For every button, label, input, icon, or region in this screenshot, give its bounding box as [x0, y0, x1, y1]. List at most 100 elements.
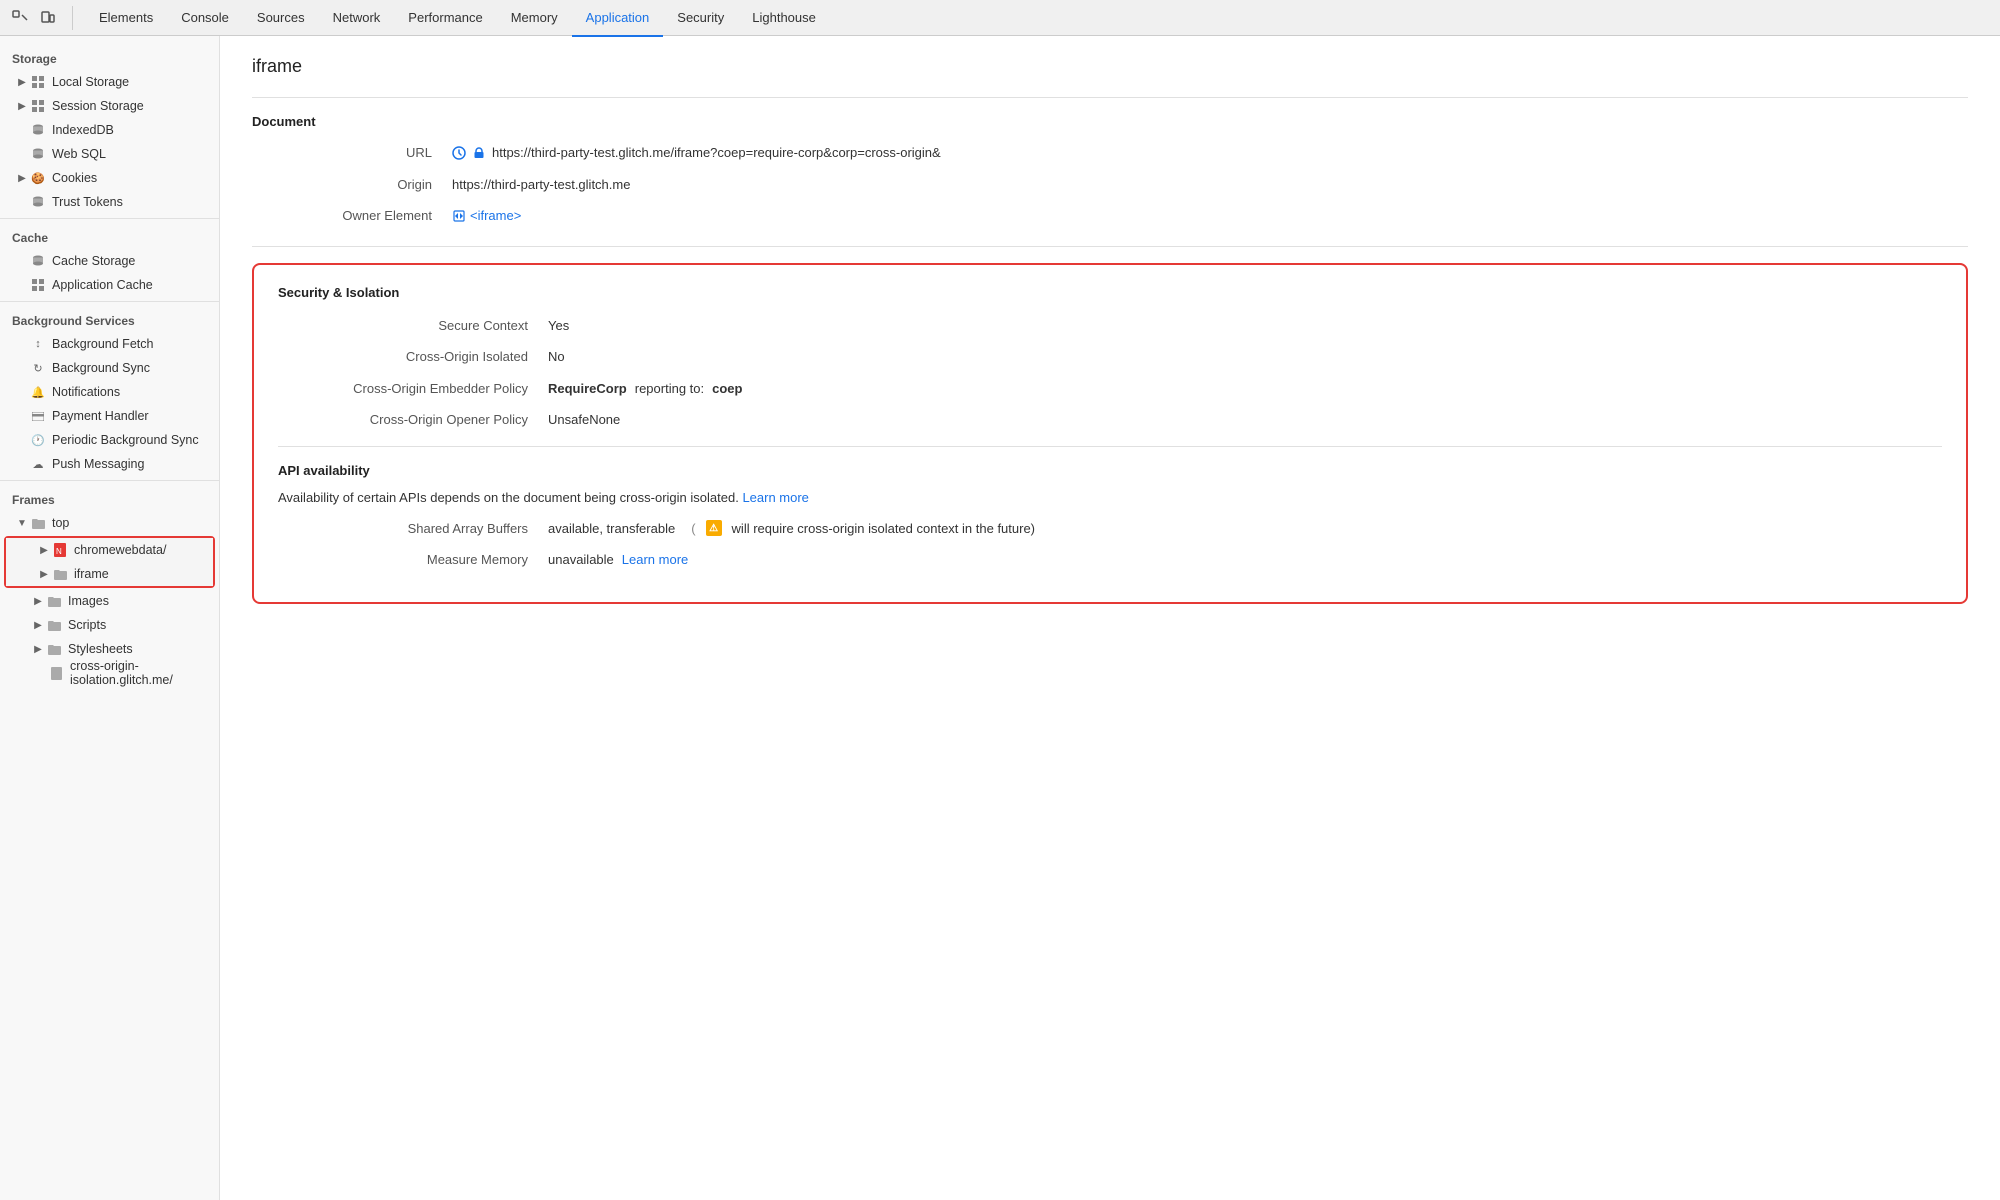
- api-title: API availability: [278, 463, 1942, 478]
- red-file-icon: N: [52, 542, 68, 558]
- sidebar-item-cross-origin-label: cross-origin-isolation.glitch.me/: [70, 659, 211, 687]
- sidebar-item-stylesheets-label: Stylesheets: [68, 642, 133, 656]
- api-desc: Availability of certain APIs depends on …: [278, 490, 1942, 505]
- sidebar-item-images[interactable]: ▶ Images: [0, 589, 219, 613]
- sidebar-item-websql[interactable]: ▶ Web SQL: [0, 142, 219, 166]
- tab-performance[interactable]: Performance: [394, 1, 496, 37]
- grid-icon: [30, 277, 46, 293]
- subsection-divider: [278, 446, 1942, 447]
- expand-icon: ▶: [38, 544, 50, 556]
- embedder-policy-extra-value: coep: [712, 379, 742, 399]
- folder-small-icon: [52, 566, 68, 582]
- tab-application[interactable]: Application: [572, 1, 664, 37]
- folder-icon: [30, 515, 46, 531]
- api-row-measure-memory: Measure Memory unavailable Learn more: [278, 550, 1942, 570]
- inspect-icon[interactable]: [8, 6, 32, 30]
- sidebar-item-bg-fetch[interactable]: ▶ ↕ Background Fetch: [0, 332, 219, 356]
- sidebar-item-bg-sync[interactable]: ▶ ↻ Background Sync: [0, 356, 219, 380]
- security-row-embedder-policy: Cross-Origin Embedder Policy RequireCorp…: [278, 379, 1942, 399]
- sidebar-item-application-cache[interactable]: ▶ Application Cache: [0, 273, 219, 297]
- sidebar-item-indexeddb[interactable]: ▶ IndexedDB: [0, 118, 219, 142]
- sidebar-item-payment-handler[interactable]: ▶ Payment Handler: [0, 404, 219, 428]
- origin-value: https://third-party-test.glitch.me: [452, 175, 630, 195]
- secure-context-text: Yes: [548, 316, 569, 336]
- opener-policy-label: Cross-Origin Opener Policy: [278, 410, 548, 430]
- card-icon: [30, 408, 46, 424]
- sidebar-item-notifications[interactable]: ▶ 🔔 Notifications: [0, 380, 219, 404]
- sidebar-item-periodic-bg-sync[interactable]: ▶ 🕐 Periodic Background Sync: [0, 428, 219, 452]
- sidebar-storage-label: Storage: [0, 44, 219, 70]
- file-icon: [48, 665, 64, 681]
- measure-memory-learn-more[interactable]: Learn more: [622, 550, 688, 570]
- url-label: URL: [252, 143, 452, 163]
- page-title: iframe: [252, 56, 1968, 77]
- sidebar-item-cache-storage[interactable]: ▶ Cache Storage: [0, 249, 219, 273]
- embedder-policy-extra: reporting to:: [635, 379, 704, 399]
- measure-memory-text: unavailable: [548, 550, 614, 570]
- tab-lighthouse[interactable]: Lighthouse: [738, 1, 830, 37]
- tab-security[interactable]: Security: [663, 1, 738, 37]
- api-learn-more-link[interactable]: Learn more: [742, 490, 808, 505]
- iframe-link[interactable]: <iframe>: [452, 206, 521, 226]
- opener-policy-value: UnsafeNone: [548, 410, 620, 430]
- sidebar-item-trust-tokens[interactable]: ▶ Trust Tokens: [0, 190, 219, 214]
- sidebar-item-payment-handler-label: Payment Handler: [52, 409, 149, 423]
- doc-row-owner: Owner Element <iframe>: [252, 206, 1968, 226]
- security-row-secure-context: Secure Context Yes: [278, 316, 1942, 336]
- tab-memory[interactable]: Memory: [497, 1, 572, 37]
- doc-row-origin: Origin https://third-party-test.glitch.m…: [252, 175, 1968, 195]
- sidebar-item-websql-label: Web SQL: [52, 147, 106, 161]
- document-section-title: Document: [252, 114, 1968, 129]
- folder-icon: [46, 617, 62, 633]
- shared-array-text: available, transferable: [548, 519, 675, 539]
- measure-memory-label: Measure Memory: [278, 550, 548, 570]
- content-panel: iframe Document URL: [220, 36, 2000, 1200]
- opener-policy-text: UnsafeNone: [548, 410, 620, 430]
- sidebar-item-periodic-bg-sync-label: Periodic Background Sync: [52, 433, 199, 447]
- sidebar-item-scripts[interactable]: ▶ Scripts: [0, 613, 219, 637]
- url-icon-lock: [472, 146, 486, 160]
- embedder-policy-text: RequireCorp: [548, 379, 627, 399]
- sidebar-item-cookies[interactable]: ▶ 🍪 Cookies: [0, 166, 219, 190]
- expand-icon: ▼: [16, 517, 28, 529]
- tab-sources[interactable]: Sources: [243, 1, 319, 37]
- sidebar-item-scripts-label: Scripts: [68, 618, 106, 632]
- security-row-opener-policy: Cross-Origin Opener Policy UnsafeNone: [278, 410, 1942, 430]
- device-icon[interactable]: [36, 6, 60, 30]
- security-title: Security & Isolation: [278, 285, 1942, 300]
- sync-icon: ↻: [30, 360, 46, 376]
- sidebar-item-cross-origin-file[interactable]: cross-origin-isolation.glitch.me/: [0, 661, 219, 685]
- sidebar-frames-label: Frames: [0, 485, 219, 511]
- tab-network[interactable]: Network: [319, 1, 395, 37]
- sidebar-item-chromewebdata[interactable]: ▶ N chromewebdata/: [6, 538, 213, 562]
- divider: [0, 480, 219, 481]
- cross-origin-isolated-label: Cross-Origin Isolated: [278, 347, 548, 367]
- sidebar-item-iframe[interactable]: ▶ iframe: [6, 562, 213, 586]
- sidebar-item-session-storage-label: Session Storage: [52, 99, 144, 113]
- expand-icon: ▶: [32, 619, 44, 631]
- sidebar-item-chromewebdata-label: chromewebdata/: [74, 543, 166, 557]
- section-divider: [252, 97, 1968, 98]
- sidebar: Storage ▶ Local Storage ▶ Session Storag…: [0, 36, 220, 1200]
- cylinder-icon: [30, 146, 46, 162]
- sidebar-item-stylesheets[interactable]: ▶ Stylesheets: [0, 637, 219, 661]
- tab-console[interactable]: Console: [167, 1, 243, 37]
- document-section: Document URL: [252, 114, 1968, 226]
- sidebar-item-session-storage[interactable]: ▶ Session Storage: [0, 94, 219, 118]
- expand-icon: ▶: [32, 643, 44, 655]
- warning-icon: ⚠: [706, 520, 722, 536]
- sidebar-item-push-messaging[interactable]: ▶ ☁ Push Messaging: [0, 452, 219, 476]
- frames-red-outline-group: ▶ N chromewebdata/ ▶ iframe: [4, 536, 215, 588]
- url-value: https://third-party-test.glitch.me/ifram…: [452, 143, 941, 163]
- sidebar-item-local-storage[interactable]: ▶ Local Storage: [0, 70, 219, 94]
- url-text: https://third-party-test.glitch.me/ifram…: [492, 143, 941, 163]
- tab-elements[interactable]: Elements: [85, 1, 167, 37]
- api-desc-text: Availability of certain APIs depends on …: [278, 490, 739, 505]
- sidebar-item-indexeddb-label: IndexedDB: [52, 123, 114, 137]
- api-row-shared-array: Shared Array Buffers available, transfer…: [278, 519, 1942, 539]
- cylinder-icon: [30, 194, 46, 210]
- folder-icon: [46, 641, 62, 657]
- cookie-icon: 🍪: [30, 170, 46, 186]
- sidebar-item-top[interactable]: ▼ top: [0, 511, 219, 535]
- svg-text:N: N: [56, 547, 62, 556]
